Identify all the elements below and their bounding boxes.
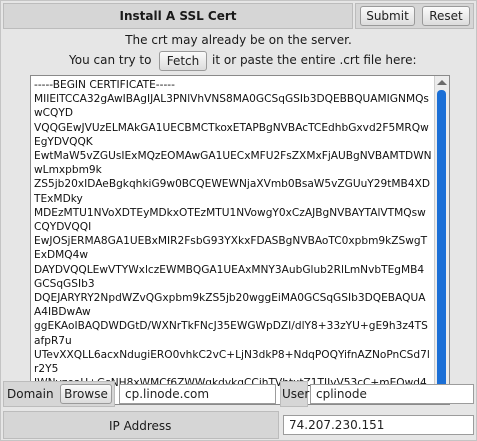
reset-button[interactable]: Reset [422, 6, 470, 26]
scroll-up-arrow-icon[interactable] [437, 80, 447, 85]
fetch-button[interactable]: Fetch [159, 51, 207, 71]
browse-button[interactable]: Browse [60, 384, 112, 404]
submit-button[interactable]: Submit [360, 6, 415, 26]
fetch-prefix-text: You can try to [69, 53, 152, 67]
crt-note: The crt may already be on the server. [125, 33, 352, 47]
domain-field[interactable]: cp.linode.com [119, 384, 276, 404]
panel-title: Install A SSL Cert [119, 9, 237, 23]
certificate-textarea[interactable]: -----BEGIN CERTIFICATE----- MIIElTCCA32g… [30, 75, 450, 405]
certificate-section: The crt may already be on the server. Yo… [3, 31, 474, 405]
ip-label-cell: IP Address [3, 411, 279, 439]
panel-header: Install A SSL Cert [3, 3, 353, 29]
ip-address-field[interactable]: 74.207.230.151 [283, 415, 474, 435]
domain-label-cell: Domain Browse [3, 381, 115, 407]
ip-address-label: IP Address [109, 419, 172, 433]
fetch-suffix-text: it or paste the entire .crt file here: [212, 53, 417, 67]
user-field[interactable]: cplinode [310, 384, 474, 404]
user-label-cell: User [280, 381, 310, 407]
fetch-row: You can try to Fetch it or paste the ent… [3, 51, 474, 73]
certificate-text[interactable]: -----BEGIN CERTIFICATE----- MIIElTCCA32g… [34, 78, 432, 404]
user-label: User [282, 387, 310, 401]
certificate-scrollbar[interactable] [434, 76, 449, 404]
ssl-cert-panel: Install A SSL Cert Submit Reset The crt … [0, 0, 477, 441]
domain-label: Domain [7, 387, 54, 401]
scroll-thumb[interactable] [437, 90, 446, 390]
header-actions: Submit Reset [355, 3, 474, 29]
